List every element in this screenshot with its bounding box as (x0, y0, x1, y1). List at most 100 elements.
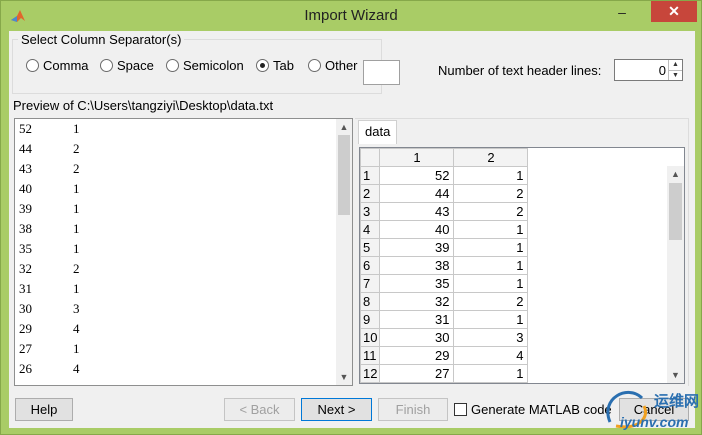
table-cell[interactable]: 2 (453, 202, 529, 221)
scroll-down-icon[interactable]: ▼ (336, 369, 352, 385)
table-cell[interactable]: 1 (453, 256, 529, 275)
text-preview-scrollbar[interactable]: ▲ ▼ (336, 119, 352, 385)
table-cell[interactable]: 27 (379, 364, 455, 383)
table-cell[interactable]: 1 (453, 364, 529, 383)
checkbox-box[interactable] (454, 403, 467, 416)
text-preview-row: 32 2 (15, 259, 336, 279)
table-row: 9 31 1 (359, 310, 529, 329)
text-cell: 39 (19, 201, 32, 216)
scroll-up-icon[interactable]: ▲ (336, 119, 352, 135)
grid-corner (359, 148, 381, 167)
finish-button[interactable]: Finish (378, 398, 448, 421)
text-preview-row: 44 2 (15, 139, 336, 159)
scroll-thumb[interactable] (669, 183, 682, 240)
radio-space-label: Space (117, 57, 154, 73)
text-preview-row: 43 2 (15, 159, 336, 179)
minimize-button[interactable]: – (609, 2, 635, 24)
radio-comma-dot[interactable] (26, 58, 39, 72)
table-cell[interactable]: 2 (453, 184, 529, 203)
table-cell[interactable]: 4 (453, 346, 529, 365)
row-header[interactable]: 10 (359, 328, 381, 347)
data-grid[interactable]: 1 2 1 52 1 2 44 2 3 43 2 4 40 1 5 39 1 6 38 1 7 35 1 8 32 2 9 31 1… (359, 147, 685, 384)
back-button[interactable]: < Back (224, 398, 295, 421)
text-cell: 1 (73, 221, 80, 236)
row-header[interactable]: 2 (359, 184, 381, 203)
table-cell[interactable]: 1 (453, 238, 529, 257)
grid-scrollbar[interactable]: ▲ ▼ (667, 166, 684, 383)
table-cell[interactable]: 39 (379, 238, 455, 257)
table-row: 1 52 1 (359, 166, 529, 185)
text-preview-row: 26 4 (15, 359, 336, 379)
radio-space-dot[interactable] (100, 58, 113, 72)
row-header[interactable]: 11 (359, 346, 381, 365)
table-row: 8 32 2 (359, 292, 529, 311)
table-cell[interactable]: 2 (453, 292, 529, 311)
radio-comma[interactable]: Comma (26, 57, 89, 73)
text-cell: 4 (73, 321, 80, 336)
generate-code-checkbox[interactable]: Generate MATLAB code (454, 402, 612, 417)
next-button[interactable]: Next > (301, 398, 372, 421)
radio-semicolon[interactable]: Semicolon (166, 57, 244, 73)
row-header[interactable]: 7 (359, 274, 381, 293)
table-cell[interactable]: 30 (379, 328, 455, 347)
row-header[interactable]: 1 (359, 166, 381, 185)
table-cell[interactable]: 1 (453, 310, 529, 329)
table-cell[interactable]: 1 (453, 166, 529, 185)
close-button[interactable]: ✕ (651, 1, 697, 22)
import-wizard-window: Import Wizard – □ ✕ Select Column Separa… (0, 0, 702, 435)
table-cell[interactable]: 29 (379, 346, 455, 365)
row-header[interactable]: 12 (359, 364, 381, 383)
row-header[interactable]: 8 (359, 292, 381, 311)
table-cell[interactable]: 52 (379, 166, 455, 185)
text-cell: 1 (73, 281, 80, 296)
table-row: 3 43 2 (359, 202, 529, 221)
table-preview-panel: data 1 2 1 52 1 2 44 2 3 43 2 4 40 1 5 39 1 6 38 1 7 35 1 8 32… (355, 118, 689, 386)
row-header[interactable]: 9 (359, 310, 381, 329)
row-header[interactable]: 4 (359, 220, 381, 239)
table-row: 12 27 1 (359, 364, 529, 383)
scroll-thumb[interactable] (338, 135, 350, 215)
table-row: 7 35 1 (359, 274, 529, 293)
text-preview-row: 27 1 (15, 339, 336, 359)
text-preview-row: 31 1 (15, 279, 336, 299)
text-preview-row: 38 1 (15, 219, 336, 239)
spin-down-icon[interactable]: ▼ (668, 70, 682, 80)
radio-tab[interactable]: Tab (256, 57, 294, 73)
row-header[interactable]: 5 (359, 238, 381, 257)
table-cell[interactable]: 31 (379, 310, 455, 329)
table-cell[interactable]: 44 (379, 184, 455, 203)
table-cell[interactable]: 1 (453, 274, 529, 293)
table-cell[interactable]: 32 (379, 292, 455, 311)
table-cell[interactable]: 38 (379, 256, 455, 275)
text-preview-pane[interactable]: 52 1 44 2 43 2 40 1 39 1 38 1 35 1 32 2 31 1 30 3 29 4 27 1 26 4 … (14, 118, 353, 386)
radio-tab-dot[interactable] (256, 58, 269, 72)
text-cell: 1 (73, 341, 80, 356)
spin-up-icon[interactable]: ▲ (668, 60, 682, 70)
header-lines-spinner[interactable]: 0 ▲ ▼ (614, 59, 683, 81)
header-lines-value[interactable]: 0 (659, 63, 666, 78)
row-header[interactable]: 6 (359, 256, 381, 275)
table-row: 6 38 1 (359, 256, 529, 275)
table-cell[interactable]: 35 (379, 274, 455, 293)
help-button[interactable]: Help (15, 398, 73, 421)
text-cell: 44 (19, 141, 32, 156)
table-row: 4 40 1 (359, 220, 529, 239)
radio-semicolon-dot[interactable] (166, 58, 179, 72)
radio-space[interactable]: Space (100, 57, 154, 73)
column-header[interactable]: 2 (453, 148, 529, 167)
table-cell[interactable]: 3 (453, 328, 529, 347)
scroll-up-icon[interactable]: ▲ (667, 166, 684, 182)
radio-semicolon-label: Semicolon (183, 57, 244, 73)
watermark-url: iyunv.com (620, 414, 689, 430)
row-header[interactable]: 3 (359, 202, 381, 221)
text-preview-row: 40 1 (15, 179, 336, 199)
tab-data[interactable]: data (358, 120, 398, 144)
radio-other-dot[interactable] (308, 58, 321, 72)
table-cell[interactable]: 1 (453, 220, 529, 239)
other-separator-input[interactable] (363, 60, 400, 85)
column-header[interactable]: 1 (379, 148, 455, 167)
radio-other[interactable]: Other (308, 57, 358, 73)
table-cell[interactable]: 43 (379, 202, 455, 221)
generate-code-label: Generate MATLAB code (471, 402, 612, 417)
table-cell[interactable]: 40 (379, 220, 455, 239)
